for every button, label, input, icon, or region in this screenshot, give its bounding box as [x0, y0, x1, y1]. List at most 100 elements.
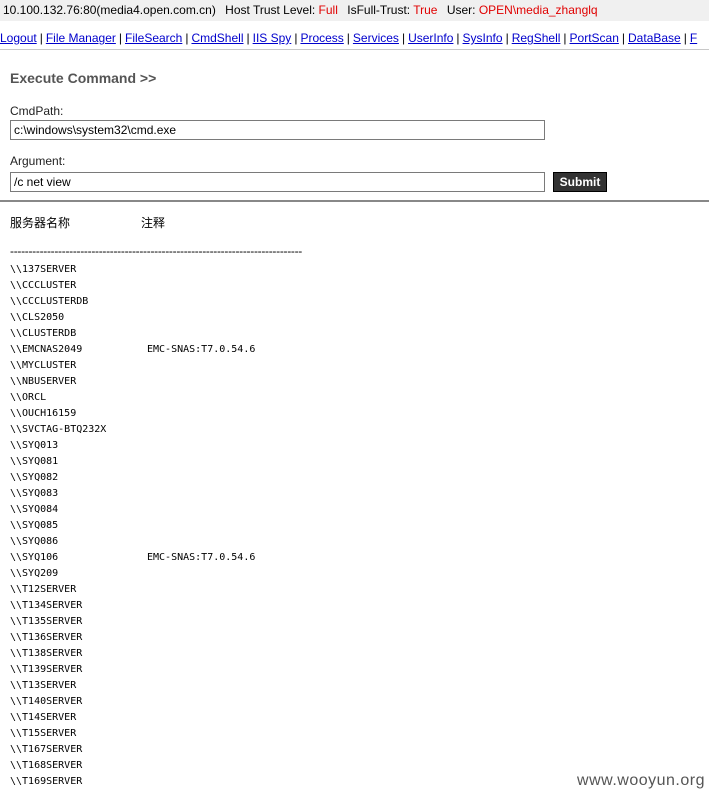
nav-reg-shell[interactable]: RegShell — [512, 31, 561, 45]
server-name: \\T169SERVER — [10, 776, 83, 787]
output-row: \\T169SERVER — [10, 774, 610, 790]
output-row: \\T136SERVER — [10, 630, 610, 646]
nav-database[interactable]: DataBase — [628, 31, 681, 45]
output-row: \\T135SERVER — [10, 614, 610, 630]
server-name: \\SYQ082 — [10, 472, 59, 483]
server-name: \\T139SERVER — [10, 664, 83, 675]
output-row: \\MYCLUSTER — [10, 358, 610, 374]
host-address: 10.100.132.76:80(media4.open.com.cn) — [3, 3, 216, 17]
server-name: \\SYQ013 — [10, 440, 59, 451]
output-row: \\SYQ082 — [10, 470, 610, 486]
output-row: \\T12SERVER — [10, 582, 610, 598]
argument-input[interactable] — [10, 172, 545, 192]
server-name: \\T13SERVER — [10, 680, 77, 691]
output-row: \\SYQ106 EMC-SNAS:T7.0.54.6 — [10, 550, 610, 566]
output-column-server-name: 服务器名称 — [10, 216, 71, 230]
section-divider — [0, 200, 709, 202]
output-row: \\SYQ081 — [10, 454, 610, 470]
section-title: Execute Command >> — [10, 70, 157, 86]
nav-iis-spy[interactable]: IIS Spy — [253, 31, 292, 45]
output-row: \\T168SERVER — [10, 758, 610, 774]
nav-file-search[interactable]: FileSearch — [125, 31, 182, 45]
server-name: \\SYQ083 — [10, 488, 59, 499]
nav-menu: Logout | File Manager | FileSearch | CmdShell |… — [0, 28, 709, 48]
output-row: \\NBUSERVER — [10, 374, 610, 390]
output-row: \\EMCNAS2049 EMC-SNAS:T7.0.54.6 — [10, 342, 610, 358]
server-name: \\T168SERVER — [10, 760, 83, 771]
nav-separator: | — [621, 31, 626, 45]
top-divider — [0, 49, 709, 50]
nav-separator: | — [246, 31, 250, 45]
nav-separator: | — [346, 31, 350, 45]
server-name: \\SYQ086 — [10, 536, 59, 547]
server-name: \\CCCLUSTER — [10, 280, 77, 291]
nav-process[interactable]: Process — [300, 31, 343, 45]
nav-separator: | — [563, 31, 567, 45]
nav-port-scan[interactable]: PortScan — [570, 31, 619, 45]
output-row: \\SYQ209 — [10, 566, 610, 582]
server-name: \\MYCLUSTER — [10, 360, 77, 371]
server-comment: EMC-SNAS:T7.0.54.6 — [147, 344, 256, 355]
output-row: \\SVCTAG-BTQ232X — [10, 422, 610, 438]
output-row: \\T134SERVER — [10, 598, 610, 614]
server-name: \\ORCL — [10, 392, 47, 403]
command-output: \\137SERVER \\CCCLUSTER \\CCCLUSTERDB \\CLS… — [10, 262, 610, 790]
argument-label: Argument: — [10, 154, 66, 168]
trust-level-value: Full — [318, 3, 338, 17]
submit-button[interactable]: Submit — [553, 172, 607, 192]
output-row: \\137SERVER — [10, 262, 610, 278]
output-row: \\T139SERVER — [10, 662, 610, 678]
server-name: \\T167SERVER — [10, 744, 83, 755]
info-bar: 10.100.132.76:80(media4.open.com.cn) Hos… — [0, 0, 709, 21]
user-label: User: — [446, 3, 476, 17]
nav-services[interactable]: Services — [353, 31, 399, 45]
nav-separator: | — [39, 31, 43, 45]
user-value: OPEN\media_zhanglq — [478, 3, 598, 17]
output-column-comment: 注释 — [141, 216, 166, 230]
server-name: \\T134SERVER — [10, 600, 83, 611]
nav-separator: | — [456, 31, 460, 45]
nav-separator: | — [683, 31, 687, 45]
output-row: \\SYQ083 — [10, 486, 610, 502]
output-row: \\SYQ085 — [10, 518, 610, 534]
nav-file-manager[interactable]: File Manager — [46, 31, 116, 45]
output-row: \\T14SERVER — [10, 710, 610, 726]
output-row: \\SYQ084 — [10, 502, 610, 518]
nav-cmd-shell[interactable]: CmdShell — [191, 31, 243, 45]
server-name: \\T140SERVER — [10, 696, 83, 707]
full-trust-label: IsFull-Trust: — [347, 3, 411, 17]
server-name: \\T138SERVER — [10, 648, 83, 659]
output-row: \\CCCLUSTERDB — [10, 294, 610, 310]
server-name: \\SYQ084 — [10, 504, 59, 515]
output-row: \\CCCLUSTER — [10, 278, 610, 294]
nav-sys-info[interactable]: SysInfo — [463, 31, 503, 45]
trust-level-label: Host Trust Level: — [225, 3, 316, 17]
output-row: \\OUCH16159 — [10, 406, 610, 422]
cmdpath-label: CmdPath: — [10, 104, 64, 118]
server-name: \\SYQ209 — [10, 568, 59, 579]
server-name: \\CLS2050 — [10, 312, 65, 323]
server-name: \\OUCH16159 — [10, 408, 77, 419]
output-row: \\CLS2050 — [10, 310, 610, 326]
server-name: \\T14SERVER — [10, 712, 77, 723]
server-name: \\137SERVER — [10, 264, 77, 275]
server-name: \\CLUSTERDB — [10, 328, 77, 339]
server-name: \\T12SERVER — [10, 584, 77, 595]
server-comment: EMC-SNAS:T7.0.54.6 — [147, 552, 256, 563]
output-divider: ----------------------------------------… — [10, 244, 302, 258]
cmdpath-input[interactable] — [10, 120, 545, 140]
server-name: \\SYQ106 — [10, 552, 59, 563]
nav-logout[interactable]: Logout — [0, 31, 37, 45]
output-row: \\T15SERVER — [10, 726, 610, 742]
output-row: \\T140SERVER — [10, 694, 610, 710]
server-name: \\SYQ081 — [10, 456, 59, 467]
server-name: \\T135SERVER — [10, 616, 83, 627]
nav-user-info[interactable]: UserInfo — [408, 31, 453, 45]
server-name: \\T136SERVER — [10, 632, 83, 643]
full-trust-value: True — [413, 3, 438, 17]
output-row: \\SYQ086 — [10, 534, 610, 550]
server-name: \\CCCLUSTERDB — [10, 296, 89, 307]
nav-separator: | — [401, 31, 406, 45]
nav-more[interactable]: F — [690, 31, 697, 45]
output-row: \\CLUSTERDB — [10, 326, 610, 342]
